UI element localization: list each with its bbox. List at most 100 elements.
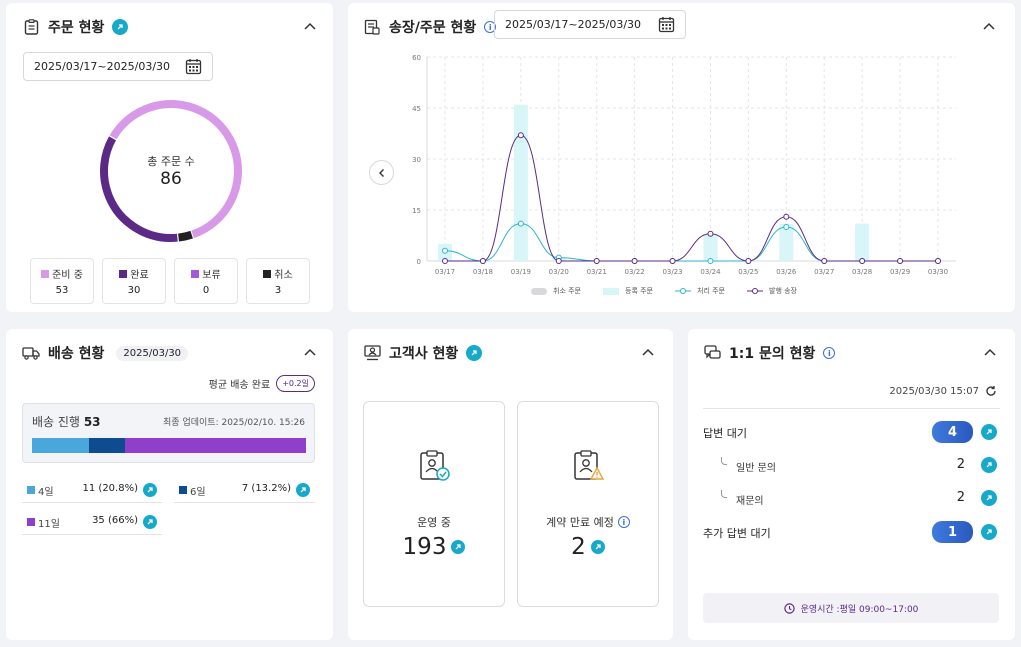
stat-preparing: 준비 중 53 [30,258,94,304]
legend-swatch [27,518,35,526]
data-point [442,247,448,254]
collapse-chevron-icon[interactable] [640,345,656,361]
y-tick-label: 45 [412,105,421,113]
legend-swatch [41,269,50,278]
open-icon[interactable] [981,424,997,440]
progress-label: 배송 진행 [32,415,80,429]
data-point [555,258,562,264]
bar-segment-6-days [88,438,126,453]
bar-mark [513,104,528,261]
data-point [897,258,904,264]
divider [703,408,1000,409]
clipboard-user-warning-icon [574,450,605,480]
inquiries-card: 1:1 문의 현황 i 2025/03/30 15:07 답변 대기 4 일반 … [688,329,1015,640]
delivery-date-badge: 2025/03/30 [116,345,189,361]
orders-date-picker[interactable]: 2025/03/17~2025/03/30 [23,52,213,81]
bar-mark [703,233,718,261]
x-tick-label: 03/20 [549,268,569,276]
orders-title: 주문 현황 [48,20,105,36]
open-icon[interactable] [451,540,466,554]
data-point [707,258,714,264]
delivery-progress-panel: 배송 진행 53 최종 업데이트: 2025/02/10. 15:26 [22,403,315,463]
clipboard-user-check-icon [420,450,450,481]
invoice-icon [363,18,381,36]
expiring-clients-tile[interactable]: 계약 만료 예정 i 2 [517,401,659,607]
truck-icon [22,344,40,362]
client-company-icon [363,344,381,362]
expiring-clients-label: 계약 만료 예정 [546,516,614,529]
invoice-card: 송장/주문 현황 i 2025/03/17~2025/03/30 0 15 30 45… [348,3,1015,312]
orders-card: 주문 현황 2025/03/17~2025/03/30 총 주문 수 86 준비… [6,3,333,312]
x-tick-label: 03/17 [435,268,455,276]
calendar-icon [185,59,202,75]
waiting-count-pill: 4 [932,421,973,443]
data-point [821,258,828,264]
data-point [517,220,524,227]
data-point [479,258,486,264]
open-icon[interactable] [143,515,157,529]
orders-open-icon[interactable] [112,19,129,35]
y-tick-label: 15 [412,207,421,215]
general-inquiry-row: 일반 문의 2 [703,455,997,477]
chart-prev-button[interactable] [369,160,394,185]
expiring-clients-value: 2 [571,534,586,560]
invoice-date-range: 2025/03/17~2025/03/30 [505,18,642,31]
data-point [859,258,866,264]
extra-count-pill: 1 [932,521,973,543]
orders-date-range: 2025/03/17~2025/03/30 [34,60,171,73]
reinquiry-value: 2 [956,490,965,505]
legend-swatch [119,269,128,278]
collapse-chevron-icon[interactable] [302,345,318,361]
open-icon[interactable] [590,540,605,554]
info-icon[interactable]: i [617,516,630,528]
data-point [593,258,600,264]
clients-open-icon[interactable] [466,345,483,361]
collapse-chevron-icon[interactable] [981,19,997,35]
delivery-stacked-bar [32,438,306,453]
delivery-card: 배송 현황 2025/03/30 평균 배송 완료 +0.2일 배송 진행 53… [6,329,333,640]
waiting-label: 답변 대기 [703,427,747,440]
reinquiry-label: 재문의 [736,496,764,507]
x-tick-label: 03/29 [890,268,910,276]
progress-count: 53 [83,415,101,429]
collapse-chevron-icon[interactable] [302,19,318,35]
x-tick-label: 03/27 [814,268,834,276]
data-point [745,258,752,264]
open-icon[interactable] [981,524,997,540]
data-point [442,258,448,264]
reinquiry-row: 재문의 2 [703,488,997,510]
invoice-title: 송장/주문 현황 [389,20,477,36]
invoice-date-picker[interactable]: 2025/03/17~2025/03/30 [494,10,686,39]
x-tick-label: 03/28 [852,268,872,276]
delivery-item-4-days: 4일 11 (20.8%) [22,479,162,503]
progress-updated: 최종 업데이트: 2025/02/10. 15:26 [163,418,305,428]
info-icon[interactable]: i [823,347,836,359]
x-tick-label: 03/19 [511,268,531,276]
active-clients-label: 운영 중 [417,516,451,529]
legend-issued: 발행 송장 [747,286,797,296]
collapse-chevron-icon[interactable] [982,345,998,361]
legend-cancelled: 취소 주문 [531,286,581,296]
x-tick-label: 03/23 [662,268,682,276]
open-icon[interactable] [143,483,157,497]
operating-hours-text: 운영시간 :평일 09:00~17:00 [800,604,919,615]
stat-cancelled: 취소 3 [246,258,310,304]
operating-hours-banner: 운영시간 :평일 09:00~17:00 [703,593,999,623]
open-icon[interactable] [296,483,310,497]
legend-swatch [263,269,272,278]
open-icon[interactable] [981,457,997,473]
tree-branch-icon [721,490,727,498]
legend-swatch [179,486,187,494]
legend-swatch [531,287,547,295]
waiting-answer-row: 답변 대기 4 [703,421,997,445]
x-tick-label: 03/18 [473,268,493,276]
chat-bubbles-icon [703,344,721,362]
active-clients-tile[interactable]: 운영 중 193 [363,401,505,607]
refresh-icon[interactable] [985,385,997,397]
x-tick-label: 03/21 [587,268,607,276]
open-icon[interactable] [981,490,997,506]
chevron-left-icon [378,168,384,177]
legend-registered: 등록 주문 [603,286,653,296]
clock-icon [783,602,795,614]
invoice-line-chart: 0 15 30 45 60 03/17 03/18 03/19 03/20 03/21 03/22 0… [412,54,956,276]
